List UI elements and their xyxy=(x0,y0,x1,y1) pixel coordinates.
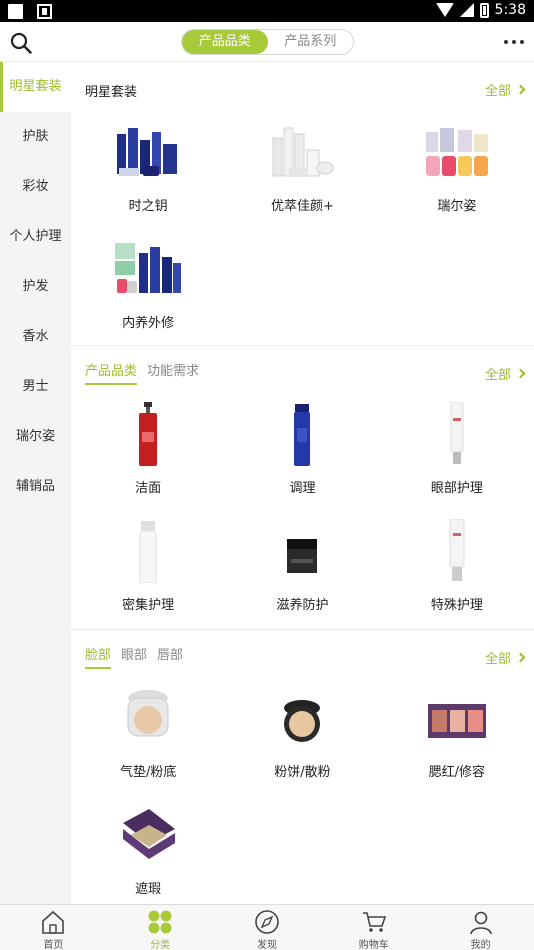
makeup-filter-tabs: 脸部 眼部 唇部 xyxy=(85,644,183,669)
concealer-palette-icon xyxy=(123,809,176,859)
product-tile-label: 内养外修 xyxy=(122,316,175,331)
product-tile-label: 眼部护理 xyxy=(430,481,483,496)
tab-discover[interactable]: 发现 xyxy=(214,905,321,950)
chevron-right-icon xyxy=(515,368,526,379)
black-jar-icon xyxy=(287,539,318,573)
category-switcher: 产品品类 产品系列 xyxy=(181,29,354,55)
tab-lips[interactable]: 唇部 xyxy=(157,644,183,669)
blue-bottles-set-icon xyxy=(117,128,178,176)
category-sidebar: 明星套装 护肤 彩妆 个人护理 护发 香水 男士 瑞尔姿 辅销品 xyxy=(0,62,71,904)
sidebar-item-men[interactable]: 男士 xyxy=(0,362,71,412)
tab-eyes[interactable]: 眼部 xyxy=(121,644,147,669)
chevron-right-icon xyxy=(515,84,526,95)
product-tile-label: 调理 xyxy=(289,481,316,496)
product-tile-label: 密集护理 xyxy=(122,598,175,613)
eye-cream-tube-icon xyxy=(450,402,464,464)
tab-cart[interactable]: 购物车 xyxy=(320,905,427,950)
tab-function-need[interactable]: 功能需求 xyxy=(147,360,199,385)
product-category-section: 产品品类 功能需求 全部 洁面 调理 眼部护理 密集护理 滋养防护 特殊护理 xyxy=(71,346,534,630)
product-tile-label: 遮瑕 xyxy=(135,882,162,897)
tab-category[interactable]: 分类 xyxy=(107,905,214,950)
blush-palette-icon xyxy=(427,704,486,738)
product-tile-label: 洁面 xyxy=(135,481,162,496)
sidebar-item-fragrance[interactable]: 香水 xyxy=(0,312,71,362)
top-header: 产品品类 产品系列 xyxy=(0,22,534,62)
product-tile-label: 特殊护理 xyxy=(430,598,483,613)
tab-product-series[interactable]: 产品系列 xyxy=(268,30,354,54)
product-tile[interactable]: 眼部护理 xyxy=(380,396,534,513)
red-pump-bottle-icon xyxy=(139,402,158,466)
sidebar-item-personal-care[interactable]: 个人护理 xyxy=(0,212,71,262)
tab-home[interactable]: 首页 xyxy=(0,905,107,950)
status-bar: 5:38 xyxy=(0,0,534,22)
app-notification-icon xyxy=(37,4,52,19)
mixed-set-icon xyxy=(115,243,182,293)
product-tile-label: 气垫/粉底 xyxy=(119,765,177,780)
product-tile-label: 瑞尔姿 xyxy=(437,199,477,214)
blue-toner-bottle-icon xyxy=(294,404,311,466)
tab-face[interactable]: 脸部 xyxy=(85,644,112,669)
product-tile-label: 腮红/修容 xyxy=(428,765,486,780)
supplement-jars-icon xyxy=(425,128,488,176)
product-tile[interactable]: 粉饼/散粉 xyxy=(225,680,379,797)
cushion-compact-icon xyxy=(127,690,169,737)
product-tile[interactable]: 腮红/修容 xyxy=(380,680,534,797)
product-tile-label: 滋养防护 xyxy=(276,598,329,613)
see-all-link[interactable]: 全部 xyxy=(485,364,526,383)
product-tile[interactable]: 特殊护理 xyxy=(380,513,534,630)
sidebar-item-haircare[interactable]: 护发 xyxy=(0,262,71,312)
see-all-link[interactable]: 全部 xyxy=(485,648,526,667)
sidebar-item-ruierzi[interactable]: 瑞尔姿 xyxy=(0,412,71,462)
category-filter-tabs: 产品品类 功能需求 xyxy=(85,360,199,385)
product-tile-label: 粉饼/散粉 xyxy=(274,765,331,780)
white-bottles-set-icon xyxy=(272,127,334,177)
product-tile[interactable]: 气垫/粉底 xyxy=(71,680,225,797)
makeup-face-section: 脸部 眼部 唇部 全部 气垫/粉底 粉饼/散粉 腮红/修容 遮瑕 xyxy=(71,630,534,904)
product-tile[interactable]: 优萃佳颜+ xyxy=(225,114,379,231)
product-tile[interactable]: 密集护理 xyxy=(71,513,225,630)
cart-icon xyxy=(362,912,386,932)
product-tile[interactable]: 内养外修 xyxy=(71,231,225,348)
white-tube-icon xyxy=(449,519,465,581)
tab-product-category-filter[interactable]: 产品品类 xyxy=(85,360,138,385)
more-options-icon[interactable] xyxy=(504,40,524,44)
notification-icon xyxy=(8,4,23,19)
see-all-link[interactable]: 全部 xyxy=(485,80,526,99)
tab-profile[interactable]: 我的 xyxy=(427,905,534,950)
powder-compact-icon xyxy=(284,700,321,742)
product-tile[interactable]: 遮瑕 xyxy=(71,797,225,904)
battery-icon xyxy=(479,2,489,18)
chevron-right-icon xyxy=(515,652,526,663)
product-tile-label: 优萃佳颜+ xyxy=(271,199,334,214)
home-icon xyxy=(42,910,65,934)
search-icon[interactable] xyxy=(10,32,32,54)
product-tile[interactable]: 时之钥 xyxy=(71,114,225,231)
user-icon xyxy=(469,911,492,935)
product-tile-label: 时之钥 xyxy=(128,199,168,214)
signal-icon xyxy=(459,3,474,17)
product-tile[interactable]: 洁面 xyxy=(71,396,225,513)
status-time: 5:38 xyxy=(494,2,526,18)
star-sets-section: 明星套装 全部 时之钥 优萃佳颜+ 瑞尔姿 内养外修 xyxy=(71,62,534,346)
wifi-icon xyxy=(435,3,454,17)
sidebar-item-makeup[interactable]: 彩妆 xyxy=(0,162,71,212)
product-tile[interactable]: 滋养防护 xyxy=(225,513,379,630)
sidebar-item-skincare[interactable]: 护肤 xyxy=(0,112,71,162)
category-content: 明星套装 全部 时之钥 优萃佳颜+ 瑞尔姿 内养外修 产品品类 功能需求 全部 … xyxy=(71,62,534,904)
section-title: 明星套装 xyxy=(85,85,138,100)
category-icon xyxy=(148,910,172,934)
white-bottle-icon xyxy=(139,521,157,583)
product-tile[interactable]: 调理 xyxy=(225,396,379,513)
sidebar-item-sales-aids[interactable]: 辅销品 xyxy=(0,462,71,512)
compass-icon xyxy=(255,910,279,934)
sidebar-item-star-sets[interactable]: 明星套装 xyxy=(0,62,71,112)
tab-product-category[interactable]: 产品品类 xyxy=(182,30,268,54)
bottom-tab-bar: 首页 分类 发现 购物车 我的 xyxy=(0,904,534,950)
product-tile[interactable]: 瑞尔姿 xyxy=(380,114,534,231)
